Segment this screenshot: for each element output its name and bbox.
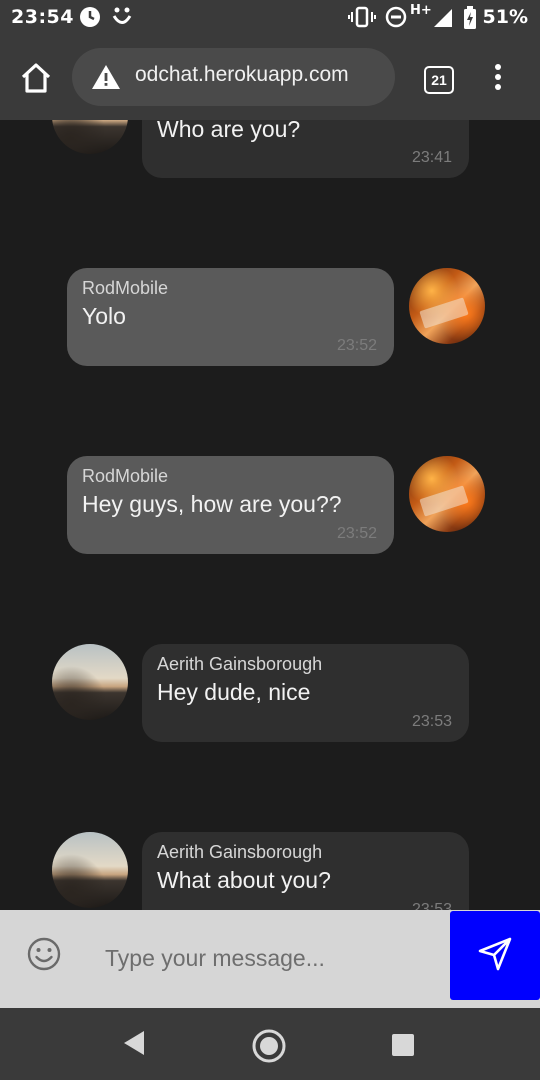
emoji-icon[interactable] bbox=[26, 936, 62, 972]
message-time: 23:41 bbox=[411, 149, 452, 166]
network-type: H+ bbox=[410, 3, 432, 18]
address-bar[interactable]: odchat.herokuapp.com bbox=[72, 48, 395, 106]
send-button[interactable] bbox=[450, 911, 540, 1000]
message-bubble: RodMobile Hey guys, how are you?? 23:52 bbox=[67, 456, 394, 554]
avatar bbox=[52, 120, 128, 154]
send-icon bbox=[478, 937, 512, 971]
back-icon[interactable] bbox=[121, 1028, 147, 1058]
message-text: What about you? bbox=[157, 867, 331, 893]
message-composer bbox=[0, 910, 540, 1008]
system-nav-bar bbox=[0, 1008, 540, 1080]
message-text: Hey guys, how are you?? bbox=[82, 491, 342, 517]
message-sender: RodMobile bbox=[82, 278, 169, 298]
battery-percent: 51% bbox=[482, 6, 528, 28]
message-time: 23:52 bbox=[336, 337, 377, 354]
message-bubble: Aerith Gainsborough What about you? 23:5… bbox=[142, 832, 469, 910]
message-bubble: Who are you? 23:41 bbox=[142, 120, 469, 178]
avatar bbox=[52, 832, 128, 908]
avatar bbox=[52, 644, 128, 720]
home-nav-icon[interactable] bbox=[251, 1028, 287, 1064]
overflow-menu-icon[interactable] bbox=[488, 64, 508, 94]
url-text[interactable]: odchat.herokuapp.com bbox=[135, 63, 349, 87]
message-sender: Aerith Gainsborough bbox=[157, 654, 323, 674]
avatar bbox=[409, 268, 485, 344]
notification-app-icon bbox=[112, 7, 132, 24]
status-bar: 23:54 H+ 51% bbox=[0, 0, 540, 36]
signal-icon bbox=[434, 9, 452, 27]
message-bubble: Aerith Gainsborough Hey dude, nice 23:53 bbox=[142, 644, 469, 742]
message-time: 23:53 bbox=[411, 713, 452, 730]
do-not-disturb-icon bbox=[385, 6, 407, 28]
message-sender: Aerith Gainsborough bbox=[157, 842, 323, 862]
chat-messages[interactable]: Who are you? 23:41 RodMobile Yolo 23:52 … bbox=[0, 120, 540, 910]
message-text: Hey dude, nice bbox=[157, 679, 311, 705]
message-time: 23:53 bbox=[411, 901, 452, 910]
home-icon[interactable] bbox=[18, 60, 54, 96]
warning-icon[interactable] bbox=[91, 64, 121, 90]
message-input[interactable] bbox=[95, 934, 435, 982]
status-time: 23:54 bbox=[11, 6, 74, 28]
browser-toolbar: odchat.herokuapp.com 21 bbox=[0, 36, 540, 120]
tab-switcher-button[interactable]: 21 bbox=[424, 66, 454, 94]
recents-icon[interactable] bbox=[390, 1032, 416, 1058]
message-text: Yolo bbox=[82, 303, 126, 329]
message-text: Who are you? bbox=[157, 120, 301, 142]
message-time: 23:52 bbox=[336, 525, 377, 542]
message-bubble: RodMobile Yolo 23:52 bbox=[67, 268, 394, 366]
avatar bbox=[409, 456, 485, 532]
data-saver-icon bbox=[80, 7, 100, 27]
battery-icon bbox=[464, 6, 476, 29]
message-sender: RodMobile bbox=[82, 466, 169, 486]
vibrate-icon bbox=[348, 6, 376, 28]
